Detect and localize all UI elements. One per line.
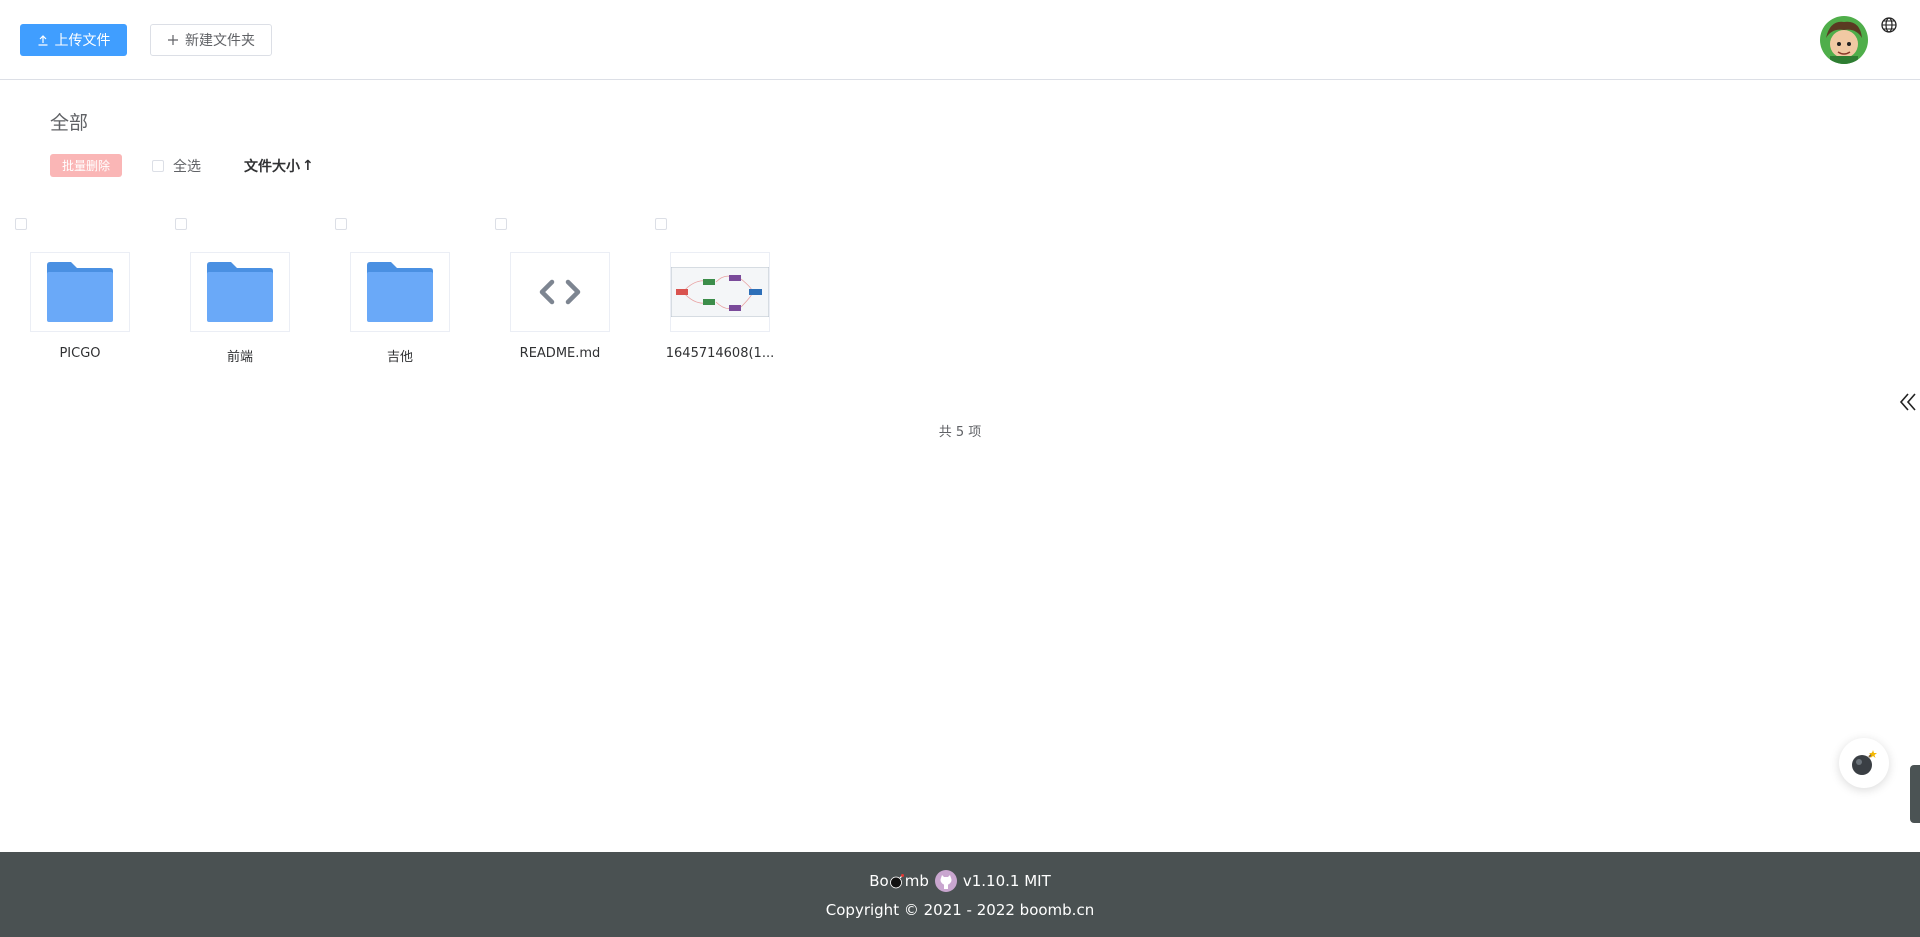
file-item[interactable]: 前端 xyxy=(175,218,305,368)
brand-text-left: Bo xyxy=(869,872,889,890)
new-folder-button-label: 新建文件夹 xyxy=(185,32,255,48)
select-all-box[interactable] xyxy=(152,160,164,172)
file-name[interactable]: 前端 xyxy=(175,346,305,365)
version-text: v1.10.1 MIT xyxy=(962,872,1051,890)
image-preview-icon xyxy=(671,267,769,317)
folder-thumbnail[interactable] xyxy=(190,252,290,332)
upload-icon xyxy=(38,35,47,46)
sort-label: 文件大小 xyxy=(244,159,300,175)
globe-icon[interactable] xyxy=(1880,16,1898,34)
file-item[interactable]: README.md xyxy=(495,218,625,368)
file-item[interactable]: 吉他 xyxy=(335,218,465,368)
file-name[interactable]: README.md xyxy=(495,346,625,361)
brand-text-right: mb xyxy=(904,872,929,890)
sort-arrow-icon: ↑ xyxy=(302,158,314,174)
file-name[interactable]: 1645714608(1... xyxy=(655,346,785,361)
sort-by-size[interactable]: 文件大小 ↑ xyxy=(244,156,314,176)
bomb-float-button[interactable] xyxy=(1839,738,1889,788)
file-item[interactable]: PICGO xyxy=(15,218,145,368)
folder-icon xyxy=(367,262,433,322)
file-checkbox[interactable] xyxy=(495,218,507,230)
code-file-thumbnail[interactable] xyxy=(510,252,610,332)
github-icon[interactable] xyxy=(934,870,957,892)
copyright-text: Copyright © 2021 - 2022 boomb.cn xyxy=(825,901,1095,919)
batch-delete-button[interactable]: 批量删除 xyxy=(50,154,122,177)
user-avatar[interactable] xyxy=(1820,16,1868,64)
select-all-label: 全选 xyxy=(173,159,201,175)
code-icon xyxy=(539,279,581,305)
bomb-icon xyxy=(1852,750,1877,775)
breadcrumb[interactable]: 全部 xyxy=(50,108,88,135)
file-name[interactable]: PICGO xyxy=(15,346,145,361)
bomb-logo-icon xyxy=(889,874,904,889)
footer-brand-line: Bo mb v1.10.1 MIT xyxy=(0,870,1920,892)
file-checkbox[interactable] xyxy=(15,218,27,230)
folder-thumbnail[interactable] xyxy=(30,252,130,332)
double-chevron-left-icon[interactable] xyxy=(1898,390,1918,414)
plus-icon xyxy=(168,35,178,45)
file-checkbox[interactable] xyxy=(655,218,667,230)
file-checkbox[interactable] xyxy=(335,218,347,230)
file-checkbox[interactable] xyxy=(175,218,187,230)
file-item[interactable]: 1645714608(1... xyxy=(655,218,785,368)
folder-thumbnail[interactable] xyxy=(350,252,450,332)
file-name[interactable]: 吉他 xyxy=(335,346,465,365)
upload-button-label: 上传文件 xyxy=(54,32,111,48)
folder-icon xyxy=(207,262,273,322)
select-all-checkbox[interactable]: 全选 xyxy=(152,156,201,176)
top-header: 上传文件 新建文件夹 xyxy=(0,0,1920,80)
upload-button[interactable]: 上传文件 xyxy=(20,24,127,56)
folder-icon xyxy=(47,262,113,322)
image-thumbnail[interactable] xyxy=(670,252,770,332)
side-widget-handle[interactable] xyxy=(1910,765,1920,823)
new-folder-button[interactable]: 新建文件夹 xyxy=(150,24,272,56)
total-count: 共 5 项 xyxy=(938,425,982,440)
footer: Bo mb v1.10.1 MIT Copyright © 2021 - 202… xyxy=(0,852,1920,937)
